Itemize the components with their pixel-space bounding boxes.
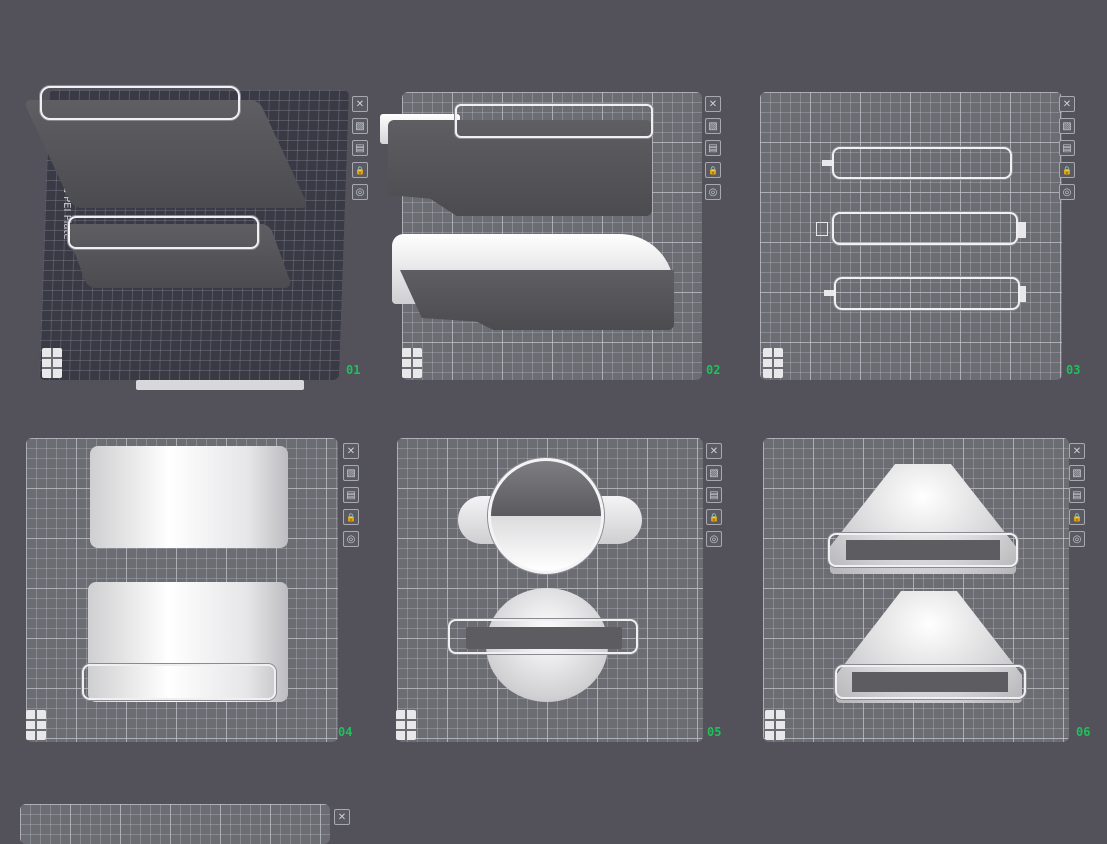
- arrange-icon[interactable]: ▧: [352, 118, 368, 134]
- model-object[interactable]: [832, 212, 1018, 245]
- slice-icon[interactable]: ◎: [352, 184, 368, 200]
- model-object-outline[interactable]: [68, 216, 259, 249]
- plate-settings-icon[interactable]: ▤: [343, 487, 359, 503]
- plate-number: 05: [707, 725, 722, 739]
- plate-settings-icon[interactable]: ▤: [352, 140, 368, 156]
- plate-settings-icon[interactable]: ▤: [1059, 140, 1075, 156]
- close-icon[interactable]: ✕: [343, 443, 359, 459]
- plate-number: 06: [1076, 725, 1091, 739]
- slice-icon[interactable]: ◎: [1069, 531, 1085, 547]
- plate-settings-icon[interactable]: ▤: [1069, 487, 1085, 503]
- plate-settings-icon[interactable]: ▤: [706, 487, 722, 503]
- plate-number: 01: [346, 363, 361, 377]
- model-object-opening: [852, 672, 1008, 692]
- plate-logo-icon: [42, 348, 62, 378]
- model-tab[interactable]: [816, 222, 828, 236]
- plate-logo-icon: [402, 348, 422, 378]
- model-object-outline[interactable]: [455, 104, 653, 138]
- lock-icon[interactable]: 🔒: [352, 162, 368, 178]
- plate-logo-icon: [396, 710, 416, 740]
- lock-icon[interactable]: 🔒: [1059, 162, 1075, 178]
- arrange-icon[interactable]: ▧: [705, 118, 721, 134]
- plate-toolbar: ✕ ▧ ▤ 🔒 ◎: [706, 443, 724, 547]
- arrange-icon[interactable]: ▧: [706, 465, 722, 481]
- close-icon[interactable]: ✕: [352, 96, 368, 112]
- close-icon[interactable]: ✕: [706, 443, 722, 459]
- model-object-opening: [466, 627, 622, 649]
- arrange-icon[interactable]: ▧: [1069, 465, 1085, 481]
- plate-logo-icon: [763, 348, 783, 378]
- close-icon[interactable]: ✕: [1069, 443, 1085, 459]
- build-plate-bed[interactable]: [20, 804, 330, 844]
- plate-toolbar: ✕ ▧ ▤ 🔒 ◎: [1059, 96, 1077, 200]
- lock-icon[interactable]: 🔒: [1069, 509, 1085, 525]
- lock-icon[interactable]: 🔒: [706, 509, 722, 525]
- arrange-icon[interactable]: ▧: [1059, 118, 1075, 134]
- lock-icon[interactable]: 🔒: [705, 162, 721, 178]
- model-object[interactable]: [488, 458, 604, 574]
- plate-number: 02: [706, 363, 721, 377]
- model-object[interactable]: [834, 277, 1020, 310]
- plate-toolbar: ✕ ▧ ▤ 🔒 ◎: [352, 96, 370, 200]
- plate-logo-icon: [26, 710, 46, 740]
- model-tab[interactable]: [822, 160, 832, 166]
- model-object-opening: [846, 540, 1000, 560]
- plate-number: 03: [1066, 363, 1081, 377]
- plate-01[interactable]: Textured PEI Plate 01 ✕ ▧ ▤ 🔒 ◎: [0, 0, 370, 400]
- plate-toolbar: ✕: [334, 809, 352, 825]
- slice-icon[interactable]: ◎: [1059, 184, 1075, 200]
- close-icon[interactable]: ✕: [334, 809, 350, 825]
- plate-toolbar: ✕ ▧ ▤ 🔒 ◎: [705, 96, 723, 200]
- slice-icon[interactable]: ◎: [706, 531, 722, 547]
- model-object[interactable]: [90, 446, 288, 548]
- slice-icon[interactable]: ◎: [705, 184, 721, 200]
- plate-toolbar: ✕ ▧ ▤ 🔒 ◎: [343, 443, 361, 547]
- close-icon[interactable]: ✕: [705, 96, 721, 112]
- model-tab[interactable]: [1020, 286, 1026, 302]
- slice-icon[interactable]: ◎: [343, 531, 359, 547]
- status-bar: [136, 380, 304, 390]
- arrange-icon[interactable]: ▧: [343, 465, 359, 481]
- lock-icon[interactable]: 🔒: [343, 509, 359, 525]
- plate-settings-icon[interactable]: ▤: [705, 140, 721, 156]
- model-tab[interactable]: [1018, 222, 1026, 238]
- plate-number: 04: [338, 725, 353, 739]
- model-object-outline[interactable]: [40, 86, 240, 120]
- plate-logo-icon: [765, 710, 785, 740]
- plate-toolbar: ✕ ▧ ▤ 🔒 ◎: [1069, 443, 1087, 547]
- model-object-outline[interactable]: [82, 664, 276, 700]
- close-icon[interactable]: ✕: [1059, 96, 1075, 112]
- model-tab[interactable]: [824, 290, 834, 296]
- model-object[interactable]: [832, 147, 1012, 179]
